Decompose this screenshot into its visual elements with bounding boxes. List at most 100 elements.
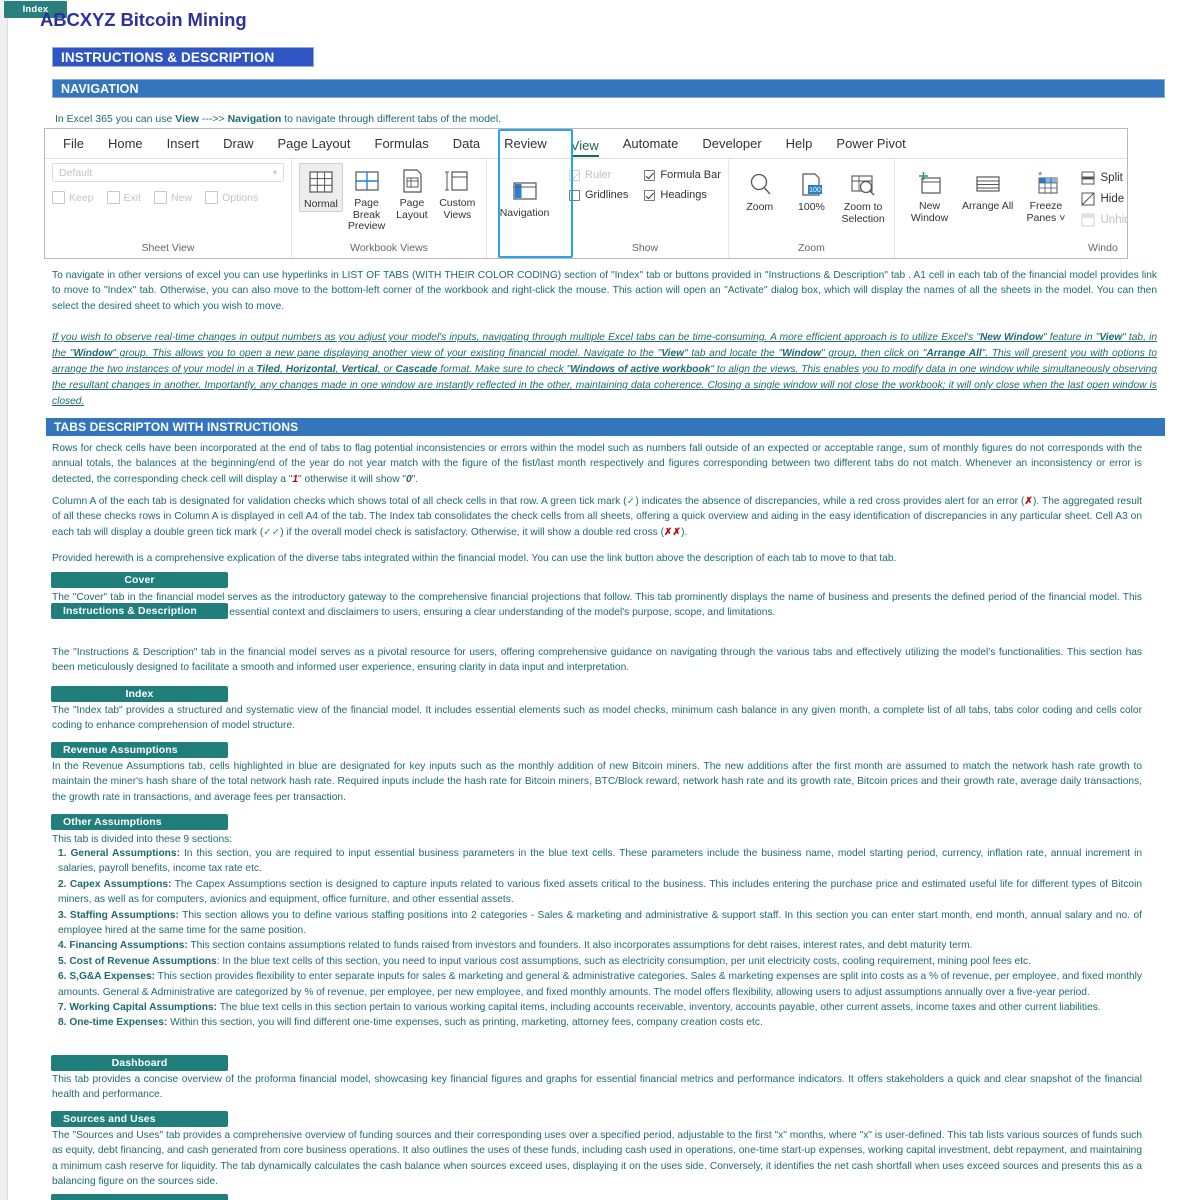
page-break-preview-button[interactable]: Page Break Preview xyxy=(345,163,388,233)
formula-bar-checkbox[interactable]: Formula Bar xyxy=(644,169,721,181)
page-layout-icon xyxy=(403,169,422,193)
other-assumption-item: 4. Financing Assumptions: This section c… xyxy=(58,940,973,952)
headings-checkbox[interactable]: Headings xyxy=(644,189,721,201)
normal-view-button[interactable]: Normal xyxy=(299,163,343,212)
exit-label: Exit xyxy=(123,191,142,204)
tab-link-cover[interactable]: Cover xyxy=(51,572,228,588)
freeze-panes-label-wrap: Freeze Panes ˅ xyxy=(1018,200,1073,224)
tab-link-next-partial[interactable] xyxy=(51,1194,228,1200)
normal-view-label: Normal xyxy=(304,198,338,210)
intro-navigation-word: Navigation xyxy=(227,113,282,125)
ruler-label: Ruler xyxy=(585,169,612,181)
row-gutter xyxy=(0,0,8,1200)
keep-button[interactable]: Keep xyxy=(52,191,94,204)
options-button[interactable]: Options xyxy=(205,191,258,204)
other-assumption-item: 7. Working Capital Assumptions: The blue… xyxy=(58,1002,1101,1014)
tab-description-sources-and-uses: The "Sources and Uses" tab provides a co… xyxy=(52,1130,1142,1188)
ribbon-group-workbook-views: Normal Page Break Preview Page Layout Cu… xyxy=(292,159,487,258)
zoom-to-selection-label: Zoom to Selection xyxy=(841,201,885,225)
other-assumption-item: 2. Capex Assumptions: The Capex Assumpti… xyxy=(58,878,1143,906)
chevron-down-icon: ▾ xyxy=(272,168,277,177)
ribbon-tab-help[interactable]: Help xyxy=(774,129,825,159)
checkbox-icon xyxy=(644,169,656,181)
navigation-button[interactable]: Navigation xyxy=(494,173,555,220)
new-window-icon xyxy=(918,172,941,194)
ribbon-tab-draw[interactable]: Draw xyxy=(211,129,265,159)
page-break-preview-label: Page Break Preview xyxy=(347,197,386,232)
zoom-to-selection-button[interactable]: Zoom to Selection xyxy=(839,167,887,225)
instructions-description-sheet: Index ABCXYZ Bitcoin Mining INSTRUCTIONS… xyxy=(0,0,1200,1200)
zoom-button[interactable]: Zoom xyxy=(736,167,784,214)
ribbon-body: Default ▾ Keep Exit New Options Sheet Vi… xyxy=(45,159,1127,258)
chevron-down-icon: ˅ xyxy=(1059,211,1066,224)
custom-views-button[interactable]: Custom Views xyxy=(436,163,479,221)
zoom-100-button[interactable]: 100 100% xyxy=(788,167,836,214)
magnifier-icon xyxy=(750,173,771,195)
gridlines-checkbox[interactable]: Gridlines xyxy=(569,189,628,201)
sheet-view-combo[interactable]: Default ▾ xyxy=(52,163,284,182)
group-label-sheet-view: Sheet View xyxy=(141,242,195,254)
split-button[interactable]: Split xyxy=(1081,171,1128,185)
ruler-checkbox[interactable]: Ruler xyxy=(569,169,628,181)
other-assumption-item: 1. General Assumptions: In this section,… xyxy=(58,848,1142,875)
zoom-selection-icon xyxy=(851,175,875,196)
excel-ribbon-screenshot: File Home Insert Draw Page Layout Formulas Dat… xyxy=(44,128,1128,259)
checkbox-icon xyxy=(644,189,656,201)
ribbon-tab-power-pivot[interactable]: Power Pivot xyxy=(824,129,917,159)
freeze-panes-button[interactable]: * Freeze Panes ˅ xyxy=(1018,166,1073,224)
arrange-all-icon xyxy=(976,176,1000,192)
ribbon-tab-insert[interactable]: Insert xyxy=(155,129,212,159)
ribbon-tab-home[interactable]: Home xyxy=(96,129,155,159)
group-label-workbook-views: Workbook Views xyxy=(350,242,428,254)
ribbon-group-sheet-view: Default ▾ Keep Exit New Options Sheet Vi… xyxy=(45,159,292,258)
tab-link-revenue-assumptions[interactable]: Revenue Assumptions xyxy=(51,742,228,758)
exit-button[interactable]: Exit xyxy=(106,191,142,204)
tab-link-instructions[interactable]: Instructions & Description xyxy=(51,603,228,619)
new-window-button[interactable]: New Window xyxy=(902,166,957,224)
new-sheetview-button[interactable]: New xyxy=(154,191,192,204)
gridlines-label: Gridlines xyxy=(585,189,629,201)
keep-label: Keep xyxy=(69,191,94,204)
page-break-icon xyxy=(354,171,379,191)
tab-link-dashboard[interactable]: Dashboard xyxy=(51,1055,228,1071)
ribbon-tab-review[interactable]: Review xyxy=(492,129,559,159)
ribbon-tab-page-layout[interactable]: Page Layout xyxy=(266,129,363,159)
headings-label: Headings xyxy=(660,189,707,201)
ribbon-group-navigation: Navigation xyxy=(487,159,562,258)
page-layout-button[interactable]: Page Layout xyxy=(390,163,433,221)
show-column-1: Ruler Gridlines xyxy=(569,163,628,201)
navigation-pane-icon xyxy=(512,182,537,200)
arrange-all-button[interactable]: Arrange All xyxy=(960,166,1015,213)
unhide-button[interactable]: Unhide xyxy=(1081,213,1127,227)
exit-icon xyxy=(106,191,120,204)
ribbon-tab-formulas[interactable]: Formulas xyxy=(363,129,441,159)
group-label-window: Windo xyxy=(1088,242,1118,254)
tab-link-index[interactable]: Index xyxy=(51,686,228,702)
ribbon-tab-view[interactable]: View xyxy=(559,131,611,157)
arrange-all-label: Arrange All xyxy=(962,200,1014,212)
other-assumption-item: 5. Cost of Revenue Assumptions: In the b… xyxy=(58,955,1031,967)
tab-link-sources-and-uses[interactable]: Sources and Uses xyxy=(51,1111,228,1127)
group-label-show: Show xyxy=(631,242,659,254)
navigation-button-label: Navigation xyxy=(499,207,550,219)
other-assumptions-items: 1. General Assumptions: In this section,… xyxy=(58,846,1142,1031)
ribbon-tab-developer[interactable]: Developer xyxy=(690,129,773,159)
group-label-zoom: Zoom xyxy=(798,242,825,254)
section-header-navigation: NAVIGATION xyxy=(52,79,1165,98)
ribbon-group-window: New Window Arrange All * Freeze Panes ˅ … xyxy=(895,159,1128,258)
ribbon-tab-file[interactable]: File xyxy=(51,129,96,159)
window-small-buttons: Split Hide Unhide xyxy=(1077,166,1128,227)
other-assumption-item: 8. One-time Expenses: Within this sectio… xyxy=(58,1017,763,1029)
page-layout-label: Page Layout xyxy=(396,197,428,221)
ribbon-tab-data[interactable]: Data xyxy=(441,129,492,159)
custom-views-icon xyxy=(445,171,468,191)
tab-link-other-assumptions[interactable]: Other Assumptions xyxy=(51,814,228,830)
freeze-panes-icon: * xyxy=(1038,170,1058,194)
hide-button[interactable]: Hide xyxy=(1081,192,1128,206)
tab-description-instructions: The "Instructions & Description" tab in … xyxy=(52,647,1142,674)
ribbon-tab-automate[interactable]: Automate xyxy=(611,129,691,159)
save-icon xyxy=(52,191,65,204)
tab-description-index: The "Index tab" provides a structured an… xyxy=(52,705,1142,732)
other-assumption-item: 3. Staffing Assumptions: This section al… xyxy=(58,909,1142,937)
checkbox-icon xyxy=(569,189,580,201)
